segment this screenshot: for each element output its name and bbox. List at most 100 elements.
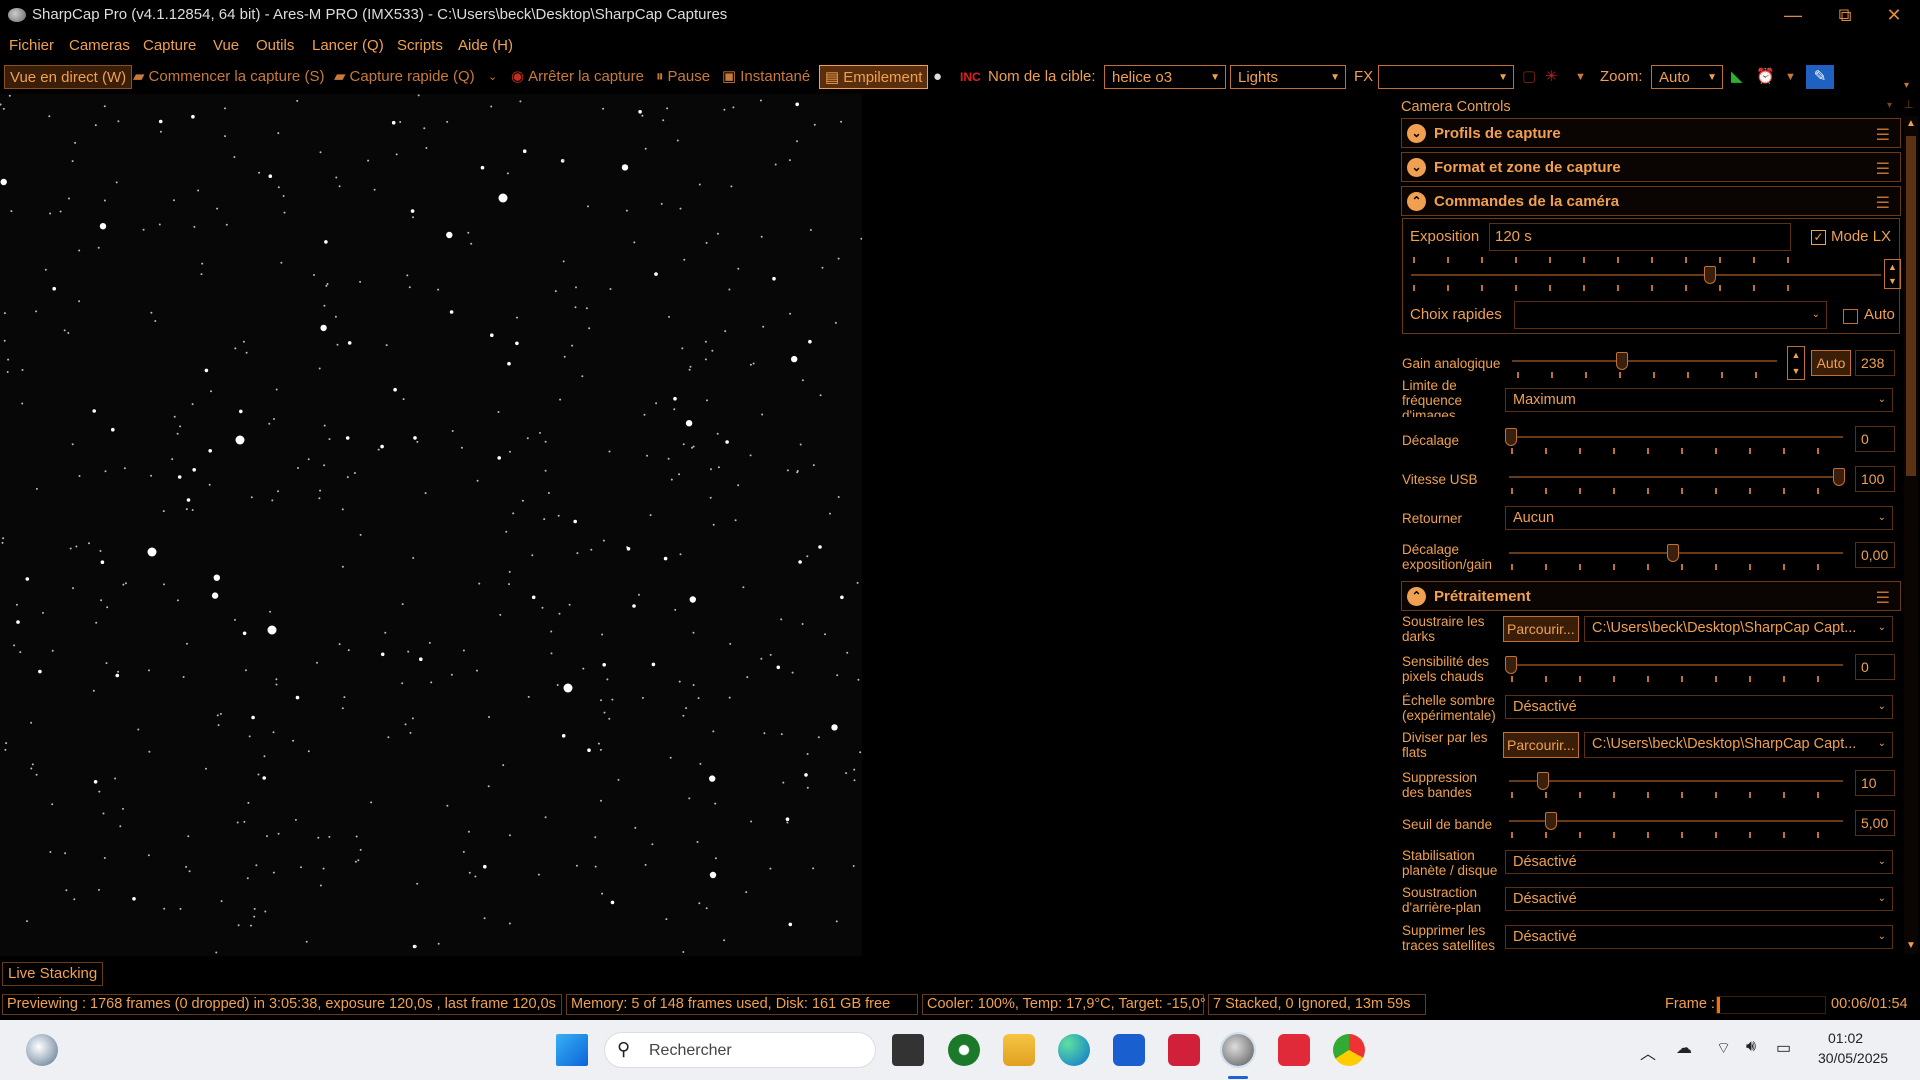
restore-button[interactable]: ⧉ — [1825, 3, 1865, 27]
background-subtraction-select[interactable]: Désactivé ⌄ — [1505, 887, 1893, 911]
gain-slider-thumb[interactable] — [1616, 352, 1628, 370]
section-capture-profiles[interactable]: ⌄ Profils de capture ☰ — [1401, 118, 1901, 148]
crosshair-icon[interactable]: ✳ — [1545, 65, 1558, 89]
band-threshold-slider-thumb[interactable] — [1545, 812, 1557, 830]
quick-capture-dropdown-icon[interactable]: ⌄ — [488, 65, 497, 89]
usb-slider-thumb[interactable] — [1833, 468, 1845, 486]
band-threshold-slider-track[interactable] — [1509, 820, 1843, 822]
scroll-up-icon[interactable]: ▲ — [1906, 116, 1916, 131]
section-format-area[interactable]: ⌄ Format et zone de capture ☰ — [1401, 152, 1901, 182]
banding-slider-track[interactable] — [1509, 780, 1843, 782]
volume-icon[interactable]: 🔊︎ — [1746, 1038, 1756, 1056]
hamburger-menu-icon[interactable]: ☰ — [1876, 159, 1890, 179]
menu-outils[interactable]: Outils — [256, 37, 294, 54]
reticle-icon[interactable]: ▢ — [1522, 65, 1536, 89]
chevron-down-icon[interactable]: ⌄ — [1407, 158, 1426, 177]
file-explorer-icon[interactable] — [1003, 1034, 1035, 1066]
fx-select[interactable]: ▼ — [1378, 65, 1514, 89]
flats-path-select[interactable]: C:\Users\beck\Desktop\SharpCap Capt... ⌄ — [1584, 732, 1893, 758]
panel-menu-icon[interactable]: ▾ — [1887, 98, 1892, 113]
banding-slider-thumb[interactable] — [1537, 772, 1549, 790]
gain-value[interactable]: 238 — [1855, 350, 1895, 376]
exp-gain-slider-thumb[interactable] — [1667, 544, 1679, 562]
close-button[interactable]: ✕ — [1874, 3, 1914, 27]
exposure-input[interactable]: 120 s — [1489, 223, 1791, 251]
clock-date[interactable]: 30/05/2025 — [1818, 1050, 1888, 1066]
menu-capture[interactable]: Capture — [143, 37, 196, 54]
stacking-button[interactable]: ▤ Empilement — [819, 65, 929, 89]
gain-auto-button[interactable]: Auto — [1811, 350, 1851, 376]
taskbar-search-box[interactable]: ⚲ Rechercher — [604, 1032, 876, 1068]
fits-header-icon[interactable]: INC — [960, 65, 981, 89]
hamburger-menu-icon[interactable]: ☰ — [1876, 125, 1890, 145]
exposure-spinner[interactable]: ▲ ▼ — [1884, 259, 1901, 289]
offset-value[interactable]: 0 — [1855, 426, 1895, 452]
section-preprocessing[interactable]: ⌃ Prétraitement ☰ — [1401, 581, 1901, 611]
microsoft-store-icon[interactable] — [1113, 1034, 1145, 1066]
polar-align-icon[interactable]: ✎ — [1806, 65, 1834, 89]
menu-fichier[interactable]: Fichier — [9, 37, 54, 54]
live-stacking-tab[interactable]: Live Stacking — [2, 962, 104, 986]
flip-select[interactable]: Aucun ⌄ — [1505, 506, 1893, 530]
menu-vue[interactable]: Vue — [213, 37, 239, 54]
image-viewport[interactable] — [0, 94, 1397, 956]
histogram-stretch-icon[interactable]: ◣ — [1731, 65, 1743, 89]
scrollbar-thumb[interactable] — [1906, 136, 1916, 476]
scroll-down-icon[interactable]: ▼ — [1906, 938, 1916, 953]
pause-button[interactable]: ⏸ Pause — [656, 65, 710, 89]
chevron-up-icon[interactable]: ⌃ — [1407, 192, 1426, 211]
start-capture-button[interactable]: ▰ Commencer la capture (S) — [133, 65, 324, 89]
lx-mode-checkbox[interactable]: ✓ — [1811, 230, 1826, 245]
quick-capture-button[interactable]: ▰ Capture rapide (Q) — [334, 65, 475, 89]
astronomy-app-icon[interactable] — [948, 1034, 980, 1066]
target-name-input[interactable]: helice o3 ▼ — [1104, 65, 1226, 89]
clock-time[interactable]: 01:02 — [1828, 1030, 1863, 1046]
browse-flats-button[interactable]: Parcourir... — [1503, 732, 1579, 758]
histogram-icon[interactable]: ● — [933, 65, 942, 89]
windows-start-icon[interactable] — [556, 1034, 588, 1066]
darks-path-select[interactable]: C:\Users\beck\Desktop\SharpCap Capt... ⌄ — [1584, 616, 1893, 642]
menu-lancer[interactable]: Lancer (Q) — [312, 37, 384, 54]
sharpcap-taskbar-icon[interactable] — [1220, 1032, 1256, 1068]
hot-pixel-slider-track[interactable] — [1509, 664, 1843, 666]
stabilization-select[interactable]: Désactivé ⌄ — [1505, 850, 1893, 874]
wifi-icon[interactable]: ⌔ — [1716, 1038, 1731, 1058]
menu-aide[interactable]: Aide (H) — [458, 37, 513, 54]
exposure-slider-track[interactable] — [1411, 274, 1881, 276]
band-threshold-value[interactable]: 5,00 — [1855, 810, 1895, 836]
gain-slider-track[interactable] — [1512, 360, 1777, 362]
satellite-trails-select[interactable]: Désactivé ⌄ — [1505, 925, 1893, 949]
chevron-up-icon[interactable]: ⌃ — [1407, 587, 1426, 606]
offset-slider-track[interactable] — [1509, 436, 1843, 438]
usb-slider-track[interactable] — [1509, 476, 1843, 478]
quick-auto-checkbox[interactable] — [1843, 309, 1858, 324]
exp-gain-value[interactable]: 0,00 — [1855, 542, 1895, 568]
browse-darks-button[interactable]: Parcourir... — [1503, 616, 1579, 642]
hamburger-menu-icon[interactable]: ☰ — [1876, 193, 1890, 213]
chevron-down-icon[interactable]: ⌄ — [1407, 124, 1426, 143]
pixinsight-icon[interactable] — [1168, 1034, 1200, 1066]
offset-slider-thumb[interactable] — [1505, 428, 1517, 446]
dark-scale-select[interactable]: Désactivé ⌄ — [1505, 695, 1893, 719]
live-view-button[interactable]: Vue en direct (W) — [4, 65, 133, 89]
alarm-icon[interactable]: ⏰ — [1756, 65, 1775, 89]
minimize-button[interactable]: — — [1773, 3, 1813, 27]
show-hidden-icons-icon[interactable]: ︿ — [1640, 1040, 1656, 1064]
task-view-icon[interactable] — [892, 1034, 924, 1066]
frame-type-select[interactable]: Lights ▼ — [1230, 65, 1346, 89]
battery-icon[interactable]: ▭ — [1776, 1038, 1791, 1058]
hot-pixel-slider-thumb[interactable] — [1505, 656, 1517, 674]
snapshot-button[interactable]: ▣ Instantané — [722, 65, 810, 89]
stop-capture-button[interactable]: ◉ Arrêter la capture — [511, 65, 644, 89]
hot-pixel-value[interactable]: 0 — [1855, 654, 1895, 680]
menu-cameras[interactable]: Cameras — [69, 37, 130, 54]
fps-limit-select[interactable]: Maximum ⌄ — [1505, 388, 1893, 412]
weather-widget-icon[interactable] — [26, 1034, 58, 1066]
anydesk-icon[interactable] — [1278, 1034, 1310, 1066]
gain-spinner[interactable]: ▲ ▼ — [1787, 346, 1805, 380]
pin-icon[interactable]: ⊥ — [1904, 98, 1914, 113]
section-camera-controls[interactable]: ⌃ Commandes de la caméra ☰ — [1401, 186, 1901, 216]
panel-scrollbar[interactable]: ▲ ▼ — [1904, 116, 1918, 954]
onedrive-sync-icon[interactable]: ☁ — [1676, 1038, 1692, 1058]
usb-speed-value[interactable]: 100 — [1855, 466, 1895, 492]
